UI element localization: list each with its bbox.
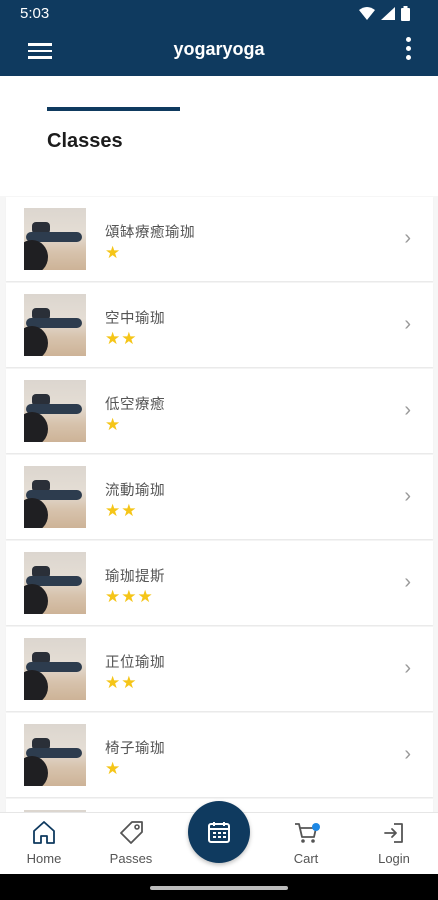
class-item[interactable]: 瑜珈提斯 ★★★ › [6, 541, 433, 625]
class-name: 瑜珈提斯 [105, 569, 165, 585]
home-indicator[interactable] [150, 886, 288, 890]
class-thumbnail [24, 294, 86, 356]
login-icon [384, 823, 403, 843]
nav-login[interactable]: Login [354, 819, 434, 866]
class-name: 正位瑜珈 [105, 655, 165, 671]
tag-icon [120, 821, 143, 844]
nav-passes[interactable]: Passes [91, 819, 171, 866]
header-accent-line [47, 107, 180, 111]
nav-home-label: Home [26, 851, 62, 866]
class-thumbnail [24, 724, 86, 786]
class-rating-stars: ★ [105, 415, 122, 434]
chevron-right-icon: › [404, 657, 411, 679]
class-rating-stars: ★★ [105, 329, 138, 348]
signal-icon [381, 7, 395, 20]
chevron-right-icon: › [404, 227, 411, 249]
page-title: Classes [47, 130, 123, 152]
battery-icon [401, 6, 410, 21]
nav-login-label: Login [378, 851, 410, 866]
class-item[interactable]: 流動瑜珈 ★★ › [6, 455, 433, 539]
chevron-right-icon: › [404, 399, 411, 421]
class-list: 頌缽療癒瑜珈 ★ › 空中瑜珈 ★★ › 低空療癒 ★ › 流動瑜珈 ★★ › … [6, 197, 433, 817]
class-rating-stars: ★★ [105, 501, 138, 520]
nav-cart[interactable]: Cart [266, 819, 346, 866]
chevron-right-icon: › [404, 313, 411, 335]
calendar-icon [208, 822, 230, 843]
status-icons [359, 6, 410, 21]
nav-passes-label: Passes [109, 851, 153, 866]
app-bar: yogaryoga [0, 26, 438, 76]
more-options-icon[interactable] [400, 37, 416, 65]
class-rating-stars: ★★★ [105, 587, 154, 606]
nav-cart-label: Cart [293, 851, 319, 866]
class-thumbnail [24, 466, 86, 528]
class-name: 低空療癒 [105, 397, 165, 413]
nav-home[interactable]: Home [4, 819, 84, 866]
class-thumbnail [24, 380, 86, 442]
class-name: 椅子瑜珈 [105, 741, 165, 757]
chevron-right-icon: › [404, 571, 411, 593]
page-header: Classes [0, 76, 438, 196]
class-rating-stars: ★ [105, 759, 122, 778]
class-name: 空中瑜珈 [105, 311, 165, 327]
status-time: 5:03 [20, 5, 50, 22]
system-navigation-bar [0, 874, 438, 900]
status-bar: 5:03 [0, 0, 438, 26]
app-title: yogaryoga [173, 39, 265, 59]
class-rating-stars: ★ [105, 243, 122, 262]
class-thumbnail [24, 638, 86, 700]
cart-badge [312, 823, 320, 831]
class-item[interactable]: 低空療癒 ★ › [6, 369, 433, 453]
class-rating-stars: ★★ [105, 673, 138, 692]
class-name: 流動瑜珈 [105, 483, 165, 499]
wifi-icon [359, 7, 375, 20]
class-item[interactable]: 椅子瑜珈 ★ › [6, 713, 433, 797]
chevron-right-icon: › [404, 743, 411, 765]
class-item[interactable]: 正位瑜珈 ★★ › [6, 627, 433, 711]
schedule-fab-button[interactable] [188, 801, 250, 863]
class-thumbnail [24, 552, 86, 614]
class-name: 頌缽療癒瑜珈 [105, 225, 195, 241]
class-item[interactable]: 頌缽療癒瑜珈 ★ › [6, 197, 433, 281]
chevron-right-icon: › [404, 485, 411, 507]
class-thumbnail [24, 208, 86, 270]
class-item[interactable]: 空中瑜珈 ★★ › [6, 283, 433, 367]
home-icon [33, 821, 55, 844]
